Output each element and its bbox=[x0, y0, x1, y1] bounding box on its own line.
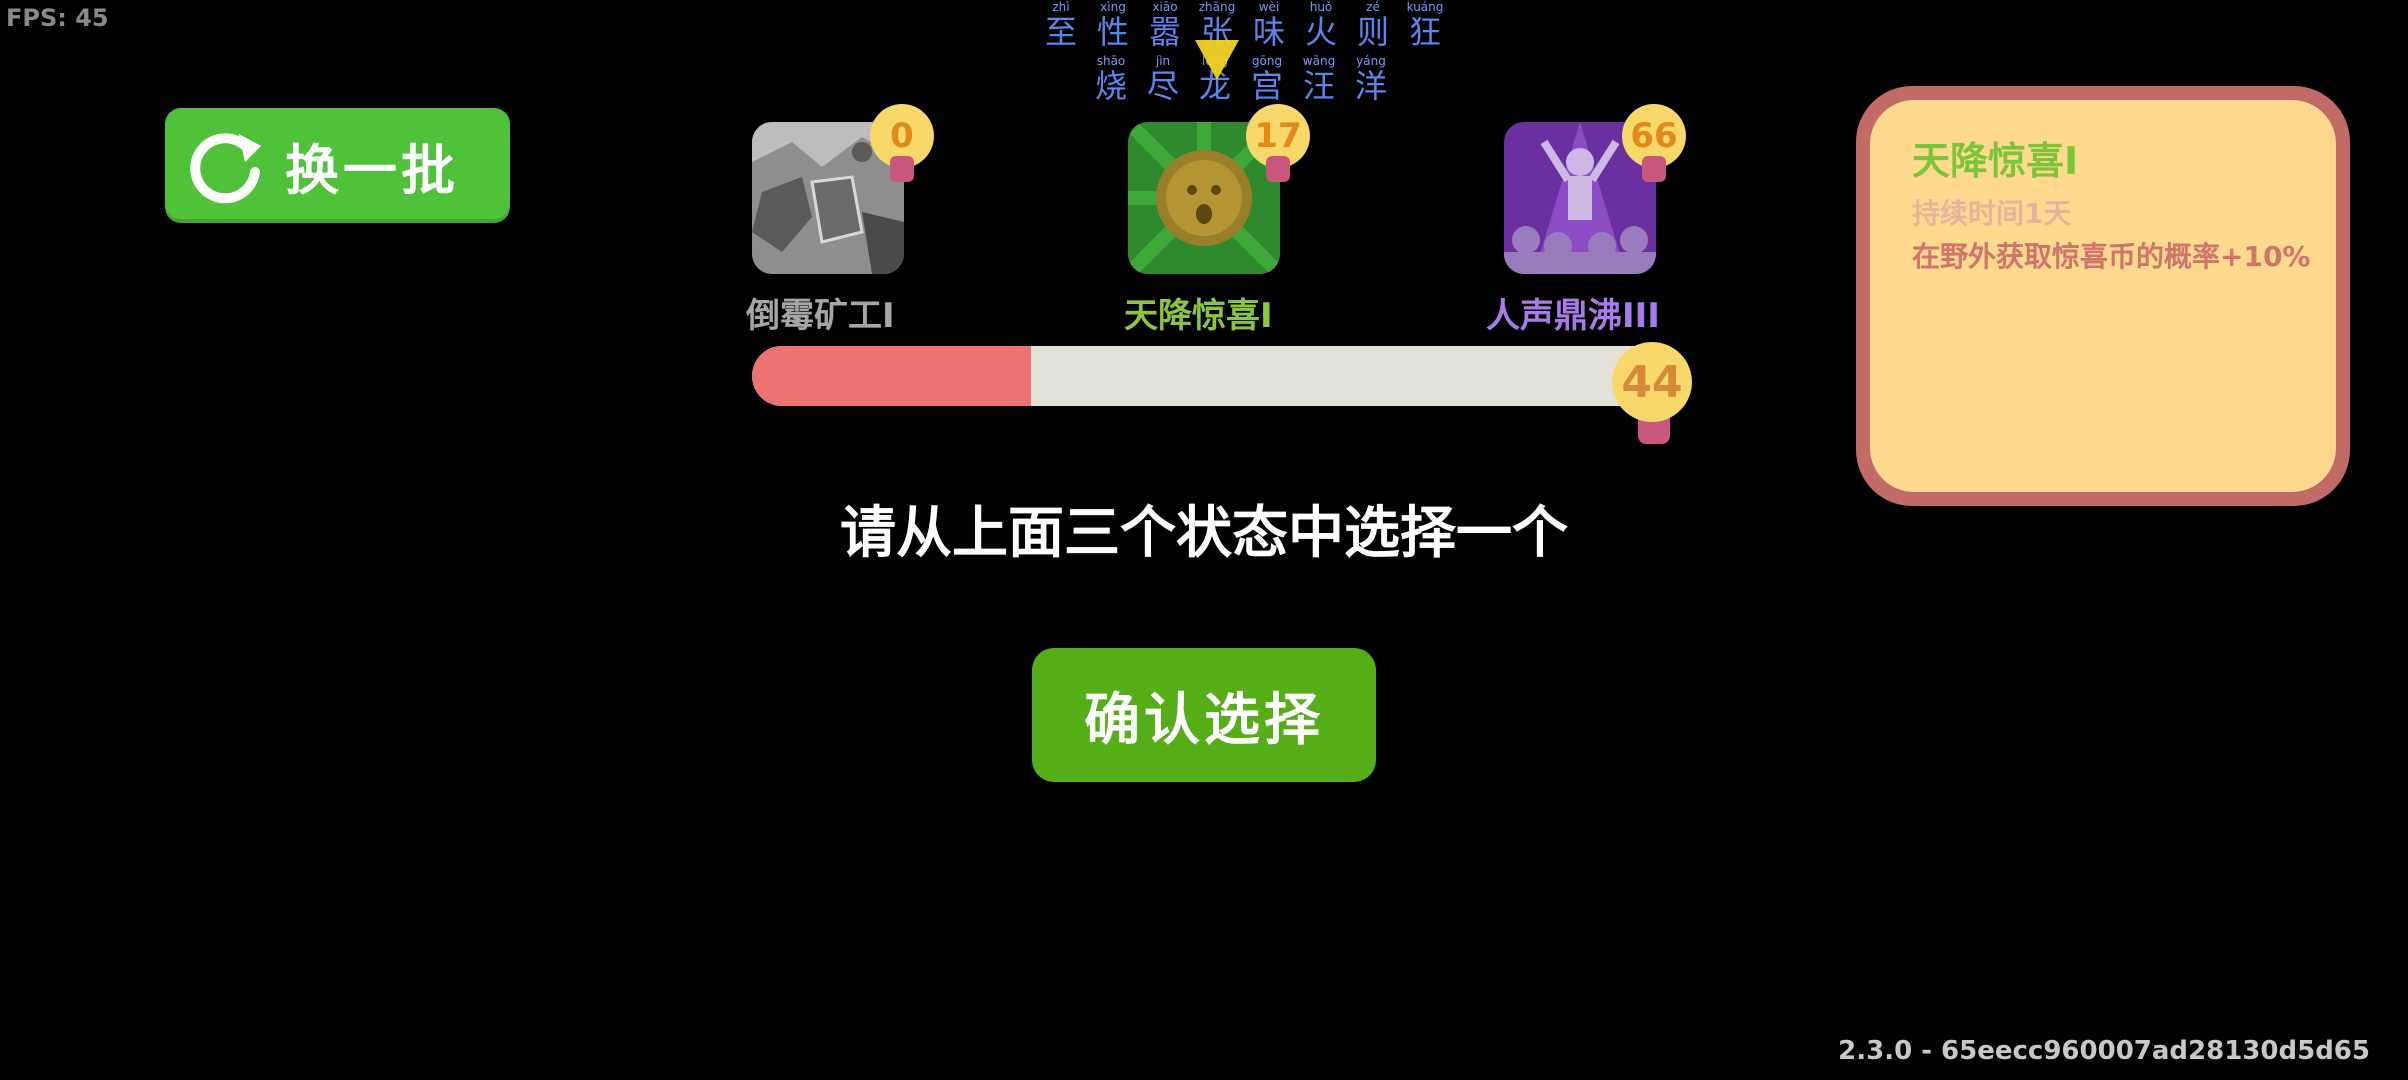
status-name-1: 倒霉矿工I bbox=[746, 296, 895, 336]
poem-char: xìng 性 bbox=[1094, 0, 1132, 50]
hanzi-text: 汪 bbox=[1302, 67, 1335, 105]
pinyin-text: zhì bbox=[1052, 0, 1070, 14]
pinyin-text: shāo bbox=[1096, 54, 1126, 68]
pointer-arrow-icon bbox=[1195, 40, 1239, 80]
pinyin-text: yáng bbox=[1356, 54, 1386, 68]
progress-fill bbox=[752, 346, 1031, 406]
hanzi-text: 则 bbox=[1356, 13, 1389, 51]
hanzi-text: 味 bbox=[1252, 13, 1285, 51]
detail-title: 天降惊喜I bbox=[1912, 139, 2079, 183]
refresh-batch-button[interactable]: 换一批 bbox=[165, 108, 510, 223]
pinyin-text: gōng bbox=[1251, 54, 1283, 68]
poem-line-1: zhì 至 xìng 性 xiāo 嚣 zhāng 张 wèi 味 huǒ 火 zé 则 kuáng 狂 bbox=[1042, 0, 1444, 50]
pinyin-text: kuáng bbox=[1406, 0, 1444, 14]
poem-char: wāng 汪 bbox=[1300, 54, 1338, 104]
detail-duration: 持续时间1天 bbox=[1912, 197, 2072, 230]
pinyin-text: xìng bbox=[1100, 0, 1126, 14]
refresh-label: 换一批 bbox=[285, 139, 459, 202]
poem-char: yáng 洋 bbox=[1352, 54, 1390, 104]
confirm-selection-button[interactable]: 确认选择 bbox=[1032, 648, 1376, 782]
pinyin-text: huǒ bbox=[1309, 0, 1333, 14]
hanzi-text: 洋 bbox=[1354, 67, 1387, 105]
status-name-3: 人声鼎沸III bbox=[1486, 296, 1660, 336]
hanzi-text: 尽 bbox=[1146, 67, 1179, 105]
status-detail-inner: 天降惊喜I 持续时间1天 在野外获取惊喜币的概率+10% bbox=[1870, 100, 2336, 492]
badge-tail bbox=[1642, 156, 1666, 182]
badge-tail bbox=[890, 156, 914, 182]
hanzi-text: 火 bbox=[1304, 13, 1337, 51]
refresh-icon bbox=[190, 132, 261, 203]
poem-char: xiāo 嚣 bbox=[1146, 0, 1184, 50]
pinyin-text: xiāo bbox=[1152, 0, 1178, 14]
pinyin-text: jìn bbox=[1155, 54, 1171, 68]
poem-char: huǒ 火 bbox=[1302, 0, 1340, 50]
pinyin-text: zé bbox=[1366, 0, 1380, 14]
version-string: 2.3.0 - 65eecc960007ad28130d5d65 bbox=[1838, 1036, 2370, 1066]
poem-char: kuáng 狂 bbox=[1406, 0, 1444, 50]
detail-description: 在野外获取惊喜币的概率+10% bbox=[1912, 240, 2311, 273]
hanzi-text: 性 bbox=[1096, 13, 1129, 51]
badge-tail bbox=[1266, 156, 1290, 182]
pinyin-text: zhāng bbox=[1198, 0, 1236, 14]
hanzi-text: 宫 bbox=[1250, 67, 1283, 105]
pinyin-text: wāng bbox=[1302, 54, 1336, 68]
hanzi-text: 嚣 bbox=[1148, 13, 1181, 51]
poem-char: shāo 烧 bbox=[1092, 54, 1130, 104]
poem-char: zé 则 bbox=[1354, 0, 1392, 50]
pinyin-text: wèi bbox=[1258, 0, 1280, 14]
poem-char: zhì 至 bbox=[1042, 0, 1080, 50]
pinyin-poem: zhì 至 xìng 性 xiāo 嚣 zhāng 张 wèi 味 huǒ 火 zé 则 kuáng 狂 sh… bbox=[1030, 0, 1450, 110]
poem-char: jìn 尽 bbox=[1144, 54, 1182, 104]
status-detail-panel: 天降惊喜I 持续时间1天 在野外获取惊喜币的概率+10% bbox=[1856, 86, 2350, 506]
poem-line-2: shāo 烧 jìn 尽 lóng 龙 gōng 宫 wāng 汪 yáng 洋 bbox=[1092, 54, 1390, 104]
poem-char: wèi 味 bbox=[1250, 0, 1288, 50]
fps-counter: FPS: 45 bbox=[6, 4, 109, 32]
poem-char: gōng 宫 bbox=[1248, 54, 1286, 104]
hanzi-text: 狂 bbox=[1408, 13, 1441, 51]
hanzi-text: 烧 bbox=[1094, 67, 1127, 105]
progress-bar bbox=[752, 346, 1682, 406]
hanzi-text: 至 bbox=[1044, 13, 1077, 51]
status-name-2: 天降惊喜I bbox=[1124, 296, 1273, 336]
progress-value-badge: 44 bbox=[1612, 342, 1692, 422]
